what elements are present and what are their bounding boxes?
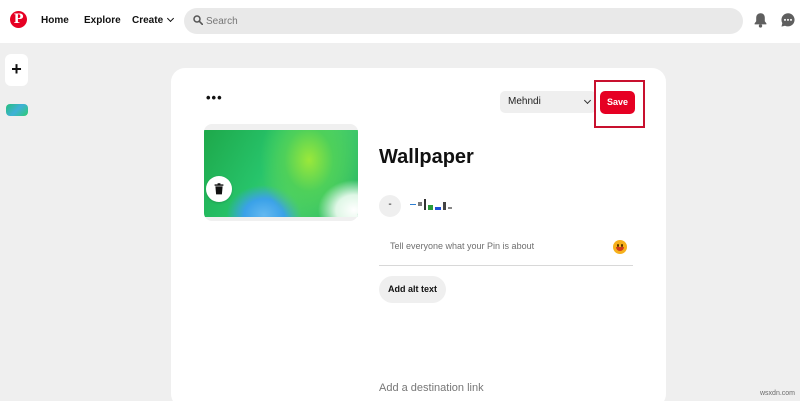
delete-image-button[interactable]: [206, 176, 232, 202]
username-obscured: [408, 198, 452, 212]
draft-pin-thumbnail[interactable]: [6, 104, 28, 116]
nav-create-label: Create: [132, 15, 164, 26]
save-highlight-box: Save: [594, 80, 645, 128]
pinterest-logo-icon[interactable]: P: [10, 11, 27, 28]
top-nav: P Home Explore Create: [0, 0, 800, 43]
nav-home-link[interactable]: Home: [41, 15, 69, 26]
emoji-icon[interactable]: [613, 240, 627, 254]
avatar[interactable]: -: [379, 195, 401, 217]
search-bar[interactable]: [184, 8, 743, 34]
destination-link-field[interactable]: [379, 376, 633, 401]
description-field[interactable]: [379, 233, 633, 266]
board-selected-label: Mehndi: [508, 96, 541, 107]
trash-icon: [214, 183, 224, 195]
wallpaper-image: [204, 130, 358, 217]
description-input[interactable]: [390, 241, 610, 251]
save-button[interactable]: Save: [600, 91, 635, 114]
chat-icon[interactable]: [780, 12, 796, 28]
search-input[interactable]: [206, 12, 726, 30]
nav-explore-link[interactable]: Explore: [84, 15, 121, 26]
more-options-button[interactable]: •••: [206, 91, 223, 104]
destination-link-input[interactable]: [379, 382, 629, 394]
pin-title[interactable]: Wallpaper: [379, 146, 474, 169]
plus-icon: +: [11, 59, 22, 79]
bell-icon[interactable]: [753, 12, 768, 28]
watermark: wsxdn.com: [760, 390, 796, 397]
pin-builder-card: ••• Mehndi Save Wallpaper - Add: [171, 68, 666, 401]
add-pin-button[interactable]: +: [5, 54, 28, 86]
search-icon: [193, 15, 203, 25]
chevron-down-icon: [167, 14, 175, 23]
chevron-down-icon: [583, 96, 592, 105]
pin-image: [204, 124, 358, 221]
board-dropdown[interactable]: Mehndi: [500, 91, 596, 113]
add-alt-text-button[interactable]: Add alt text: [379, 276, 446, 303]
nav-create-menu[interactable]: Create: [132, 14, 175, 26]
